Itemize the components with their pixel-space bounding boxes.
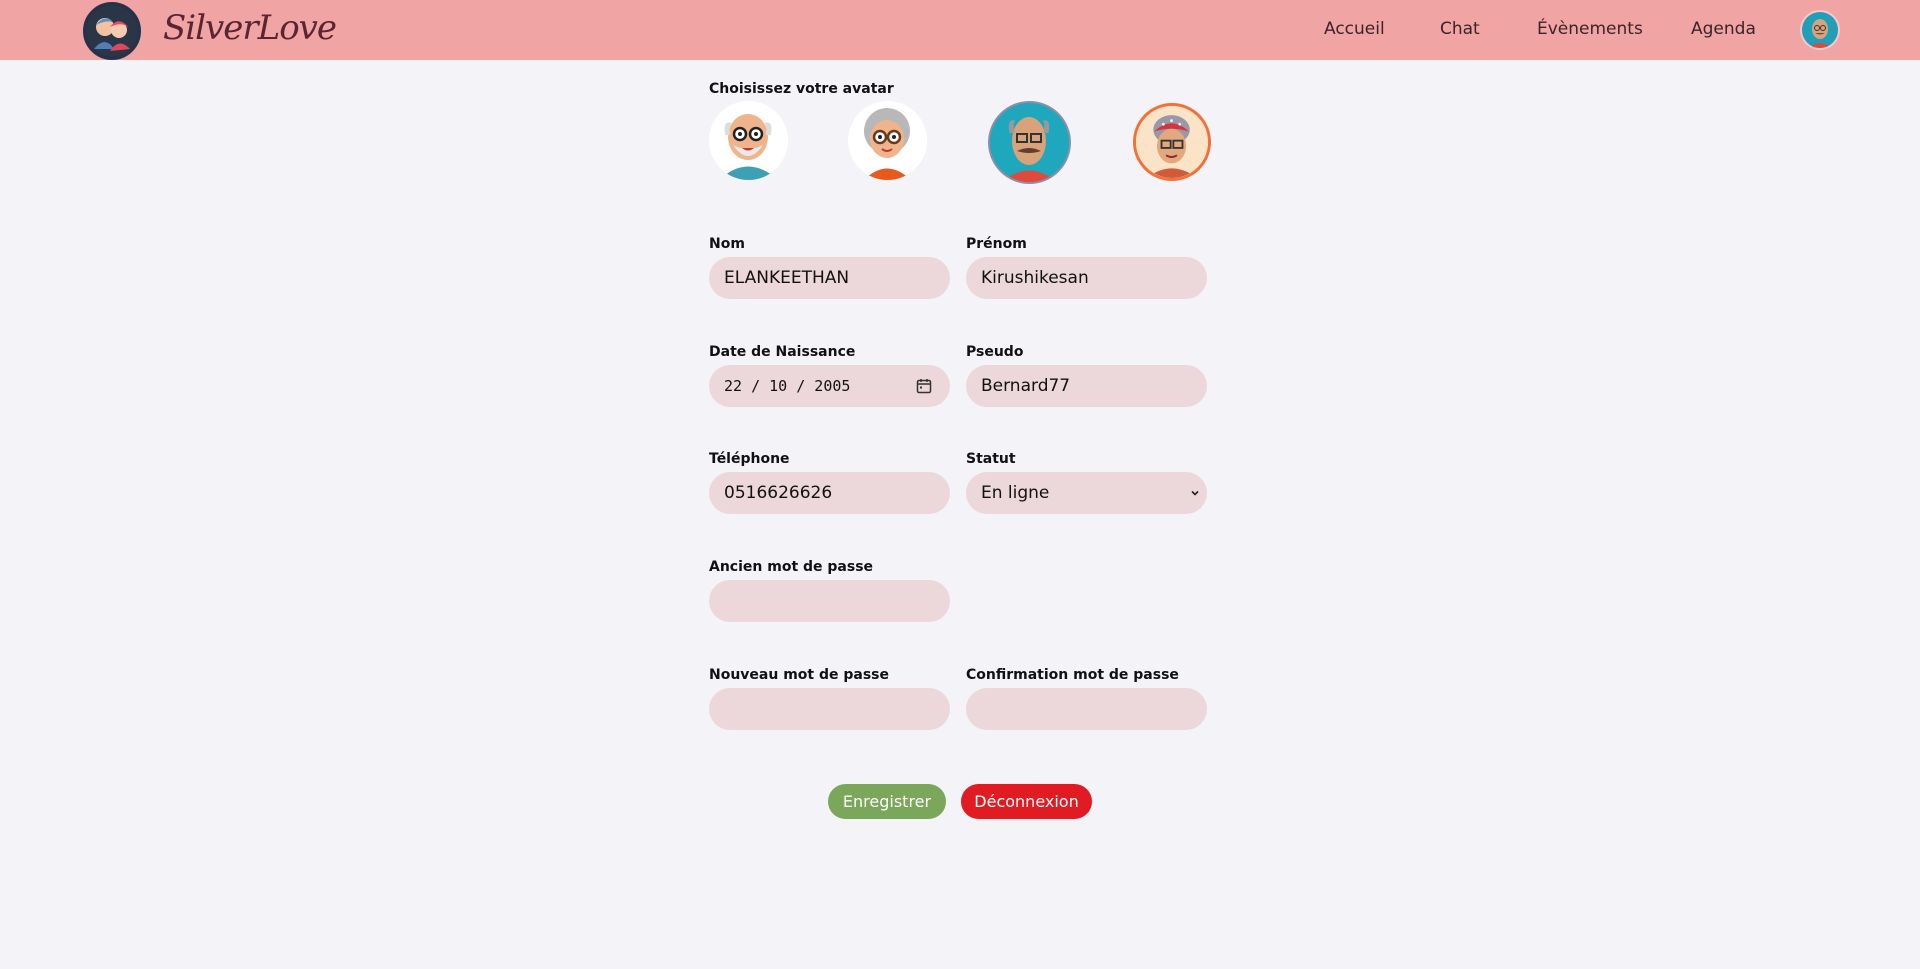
ancien-mdp-label: Ancien mot de passe <box>709 559 874 575</box>
statut-value: En ligne <box>981 483 1050 503</box>
prenom-input[interactable]: Kirushikesan <box>966 257 1207 299</box>
statut-label: Statut <box>966 451 1016 467</box>
date-value: 22 / 10 / 2005 <box>724 377 851 395</box>
nav-evenements[interactable]: Évènements <box>1537 19 1643 39</box>
logout-button[interactable]: Déconnexion <box>961 784 1092 819</box>
pseudo-input[interactable]: Bernard77 <box>966 365 1207 407</box>
nouveau-mdp-label: Nouveau mot de passe <box>709 667 890 683</box>
date-naissance-label: Date de Naissance <box>709 344 856 360</box>
avatar-section-label: Choisissez votre avatar <box>709 81 894 97</box>
top-navbar: SilverLove Accueil Chat Évènements Agend… <box>0 0 1920 60</box>
statut-select[interactable]: En ligne <box>966 472 1207 514</box>
profile-avatar-icon[interactable] <box>1800 10 1840 50</box>
avatar-grandpa-bald-icon[interactable] <box>709 101 788 180</box>
save-button[interactable]: Enregistrer <box>828 784 946 819</box>
prenom-label: Prénom <box>966 236 1027 252</box>
calendar-icon[interactable] <box>916 378 932 394</box>
telephone-label: Téléphone <box>709 451 790 467</box>
nav-agenda[interactable]: Agenda <box>1691 19 1756 39</box>
nom-input[interactable]: ELANKEETHAN <box>709 257 950 299</box>
chevron-down-icon <box>1191 490 1199 496</box>
avatar-grandpa-mustache-icon[interactable] <box>988 101 1071 184</box>
silverlove-logo-icon[interactable] <box>83 2 141 60</box>
brand-name[interactable]: SilverLove <box>163 8 337 48</box>
avatar-grandma-headscarf-icon[interactable] <box>1133 103 1211 181</box>
nav-accueil[interactable]: Accueil <box>1324 19 1385 39</box>
ancien-mdp-input[interactable] <box>709 580 950 622</box>
confirmation-mdp-input[interactable] <box>966 688 1207 730</box>
confirmation-mdp-label: Confirmation mot de passe <box>966 667 1179 683</box>
nouveau-mdp-input[interactable] <box>709 688 950 730</box>
avatar-grandma-white-hair-icon[interactable] <box>848 101 927 180</box>
nom-label: Nom <box>709 236 745 252</box>
pseudo-label: Pseudo <box>966 344 1024 360</box>
nav-chat[interactable]: Chat <box>1440 19 1480 39</box>
date-naissance-input[interactable]: 22 / 10 / 2005 <box>709 365 950 407</box>
telephone-input[interactable]: 0516626626 <box>709 472 950 514</box>
